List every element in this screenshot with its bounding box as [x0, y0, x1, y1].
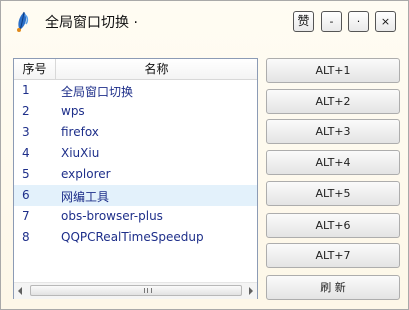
arrow-right-icon[interactable]	[249, 287, 253, 295]
alt3-button[interactable]: ALT+3	[266, 119, 400, 144]
grip-icon	[144, 288, 152, 293]
like-button[interactable]: 赞	[293, 11, 314, 32]
column-header-name[interactable]: 名称	[56, 59, 257, 79]
alt1-button[interactable]: ALT+1	[266, 58, 400, 83]
alt6-button[interactable]: ALT+6	[266, 213, 400, 238]
row-number: 1	[22, 83, 30, 97]
row-number: 4	[22, 146, 30, 160]
window-list[interactable]: 序号 名称 1 全局窗口切换 2 wps 3 firefox 4 XiuXiu 5 explore…	[13, 58, 258, 299]
alt4-button[interactable]: ALT+4	[266, 150, 400, 175]
row-number: 7	[22, 209, 30, 223]
row-window-name: 全局窗口切换	[61, 85, 134, 99]
table-row[interactable]: 4 XiuXiu	[14, 143, 257, 164]
table-row[interactable]: 1 全局窗口切换	[14, 80, 257, 101]
row-window-name: wps	[61, 104, 85, 118]
title-bar[interactable]: 全局窗口切换 · 赞 - · ×	[1, 1, 408, 41]
row-window-name: 网编工具	[61, 190, 110, 204]
row-window-name: explorer	[61, 167, 111, 181]
table-row[interactable]: 2 wps	[14, 101, 257, 122]
list-rows: 1 全局窗口切换 2 wps 3 firefox 4 XiuXiu 5 explorer 6 网编工具…	[14, 80, 257, 248]
row-window-name: XiuXiu	[61, 146, 100, 160]
row-window-name: obs-browser-plus	[61, 209, 163, 223]
table-row[interactable]: 5 explorer	[14, 164, 257, 185]
row-window-name: QQPCRealTimeSpeedup	[61, 230, 204, 244]
table-row[interactable]: 8 QQPCRealTimeSpeedup	[14, 227, 257, 248]
row-window-name: firefox	[61, 125, 99, 139]
table-row[interactable]: 7 obs-browser-plus	[14, 206, 257, 227]
maximize-button[interactable]: ·	[348, 11, 369, 32]
column-header-number[interactable]: 序号	[14, 59, 56, 79]
alt2-button[interactable]: ALT+2	[266, 89, 400, 114]
main-window: 全局窗口切换 · 赞 - · × 序号 名称 1 全局窗口切换 2 wps 3 firef…	[0, 0, 409, 310]
row-number: 3	[22, 125, 30, 139]
list-header: 序号 名称	[14, 59, 257, 80]
minimize-button[interactable]: -	[321, 11, 342, 32]
close-button[interactable]: ×	[375, 11, 396, 32]
row-number: 6	[22, 188, 30, 202]
row-number: 2	[22, 104, 30, 118]
table-row[interactable]: 6 网编工具	[14, 185, 257, 206]
alt5-button[interactable]: ALT+5	[266, 181, 400, 206]
arrow-left-icon[interactable]	[18, 287, 22, 295]
scrollbar-thumb[interactable]	[30, 285, 242, 296]
window-title: 全局窗口切换 ·	[45, 15, 138, 31]
horizontal-scrollbar[interactable]	[14, 282, 257, 299]
feather-quill-icon	[11, 9, 35, 33]
table-row[interactable]: 3 firefox	[14, 122, 257, 143]
row-number: 5	[22, 167, 30, 181]
alt7-button[interactable]: ALT+7	[266, 243, 400, 268]
row-number: 8	[22, 230, 30, 244]
refresh-button[interactable]: 刷 新	[266, 275, 400, 300]
